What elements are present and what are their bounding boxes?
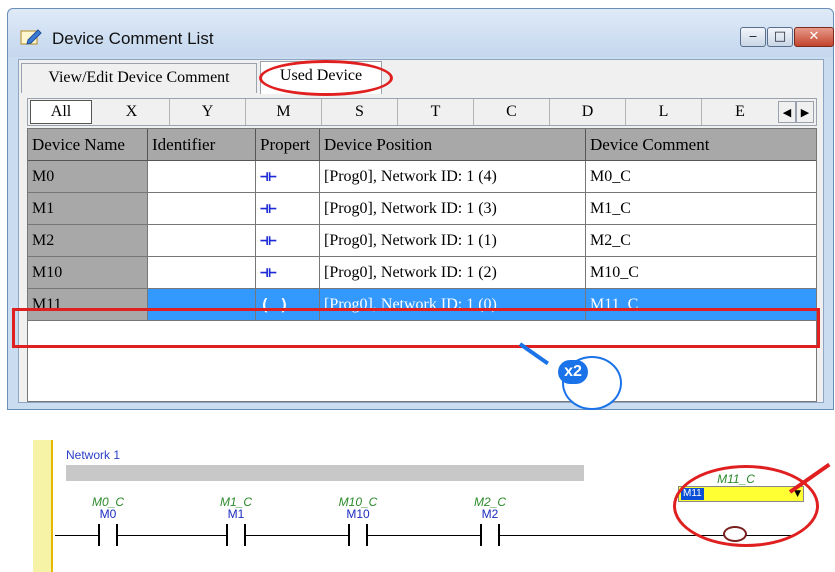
table-row[interactable]: M0 ⊣⊢ [Prog0], Network ID: 1 (4) M0_C — [28, 161, 816, 193]
window-client-area: View/Edit Device Comment Used Device All… — [18, 59, 824, 403]
device-type-e[interactable]: E — [702, 99, 778, 125]
double-click-badge: x2 — [558, 360, 588, 384]
device-type-t[interactable]: T — [398, 99, 474, 125]
close-button[interactable]: ✕ — [794, 27, 834, 47]
scroll-right-icon[interactable]: ▶ — [796, 101, 814, 123]
tab-used-device[interactable]: Used Device — [260, 61, 382, 94]
identifier-cell[interactable] — [148, 193, 256, 225]
device-type-bar: All X Y M S T C D L E ◀ ▶ — [27, 98, 817, 126]
window-title: Device Comment List — [52, 29, 214, 48]
device-name-cell[interactable]: M10 — [28, 257, 148, 289]
title-bar[interactable]: Device Comment List ‒ □ ✕ — [8, 9, 834, 57]
normally-open-contact-icon[interactable] — [98, 524, 118, 546]
contact-icon: ⊣⊢ — [256, 257, 320, 289]
device-comment-cell[interactable]: M0_C — [586, 161, 816, 193]
contact-icon: ⊣⊢ — [256, 193, 320, 225]
contact-device: M1 — [227, 507, 245, 521]
device-position-cell[interactable]: [Prog0], Network ID: 1 (3) — [320, 193, 586, 225]
device-type-s[interactable]: S — [322, 99, 398, 125]
column-header-device-comment[interactable]: Device Comment — [586, 129, 816, 161]
maximize-icon: □ — [773, 29, 787, 44]
device-comment-cell[interactable]: M2_C — [586, 225, 816, 257]
contact-icon: ⊣⊢ — [256, 161, 320, 193]
device-comment-list-window: Device Comment List ‒ □ ✕ View/Edit Devi… — [7, 8, 834, 410]
selected-row-highlight — [12, 308, 820, 348]
normally-open-contact-icon[interactable] — [348, 524, 368, 546]
identifier-cell[interactable] — [148, 225, 256, 257]
contact-device: M10 — [346, 507, 370, 521]
device-comment-cell[interactable]: M10_C — [586, 257, 816, 289]
device-name-cell[interactable]: M0 — [28, 161, 148, 193]
contact-device: M0 — [99, 507, 117, 521]
column-header-device-name[interactable]: Device Name — [28, 129, 148, 161]
table-row[interactable]: M10 ⊣⊢ [Prog0], Network ID: 1 (2) M10_C — [28, 257, 816, 289]
contact-device: M2 — [481, 507, 499, 521]
edit-document-icon — [20, 29, 42, 45]
device-type-d[interactable]: D — [550, 99, 626, 125]
highlight-oval — [673, 465, 819, 547]
contact-icon: ⊣⊢ — [256, 225, 320, 257]
left-power-rail — [33, 440, 53, 572]
scroll-left-icon[interactable]: ◀ — [778, 101, 796, 123]
device-type-c[interactable]: C — [474, 99, 550, 125]
device-type-m[interactable]: M — [246, 99, 322, 125]
device-type-x[interactable]: X — [94, 99, 170, 125]
tab-view-edit-device-comment[interactable]: View/Edit Device Comment — [21, 63, 257, 93]
maximize-button[interactable]: □ — [767, 27, 793, 47]
column-header-device-position[interactable]: Device Position — [320, 129, 586, 161]
minimize-button[interactable]: ‒ — [740, 27, 766, 47]
identifier-cell[interactable] — [148, 257, 256, 289]
close-icon: ✕ — [808, 29, 820, 44]
device-comment-cell[interactable]: M1_C — [586, 193, 816, 225]
used-device-table: Device Name Identifier Propert Device Po… — [27, 128, 817, 402]
table-row[interactable]: M1 ⊣⊢ [Prog0], Network ID: 1 (3) M1_C — [28, 193, 816, 225]
normally-open-contact-icon[interactable] — [226, 524, 246, 546]
ladder-network: Network 1 M0_C M0 M1_C M1 M10_C M10 M2_C… — [33, 440, 831, 572]
rung-line — [55, 535, 795, 536]
table-row[interactable]: M2 ⊣⊢ [Prog0], Network ID: 1 (1) M2_C — [28, 225, 816, 257]
identifier-cell[interactable] — [148, 161, 256, 193]
device-name-cell[interactable]: M2 — [28, 225, 148, 257]
device-position-cell[interactable]: [Prog0], Network ID: 1 (1) — [320, 225, 586, 257]
column-header-property[interactable]: Propert — [256, 129, 320, 161]
device-name-cell[interactable]: M1 — [28, 193, 148, 225]
device-type-l[interactable]: L — [626, 99, 702, 125]
minimize-icon: ‒ — [748, 29, 758, 44]
device-position-cell[interactable]: [Prog0], Network ID: 1 (4) — [320, 161, 586, 193]
network-comment-bar[interactable] — [66, 465, 584, 481]
column-header-identifier[interactable]: Identifier — [148, 129, 256, 161]
device-type-all[interactable]: All — [30, 100, 92, 124]
device-type-y[interactable]: Y — [170, 99, 246, 125]
device-position-cell[interactable]: [Prog0], Network ID: 1 (2) — [320, 257, 586, 289]
network-label: Network 1 — [66, 448, 121, 462]
normally-open-contact-icon[interactable] — [480, 524, 500, 546]
